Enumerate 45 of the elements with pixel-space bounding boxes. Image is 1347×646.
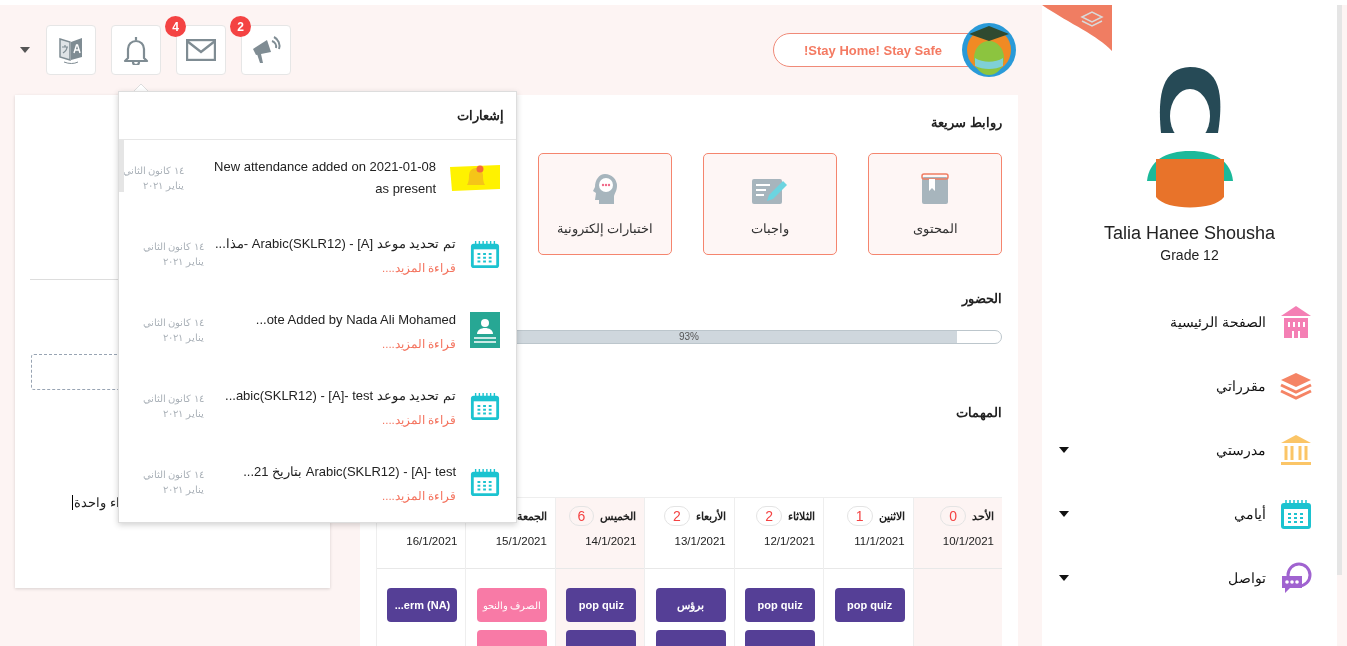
quick-link-tile[interactable]: اختبارات إلكترونية xyxy=(538,153,672,255)
task-chip[interactable]: برؤس xyxy=(655,588,726,622)
profile-name: Talia Hanee Shousha xyxy=(1103,223,1276,244)
date-label: 13/1/2021 xyxy=(673,535,726,547)
profile-grade: Grade 12 xyxy=(1160,247,1219,263)
sidebar-item[interactable]: مقرراتي xyxy=(1216,372,1312,400)
date-label: 15/1/2021 xyxy=(494,535,547,547)
section-title: المهمات xyxy=(956,405,1002,420)
date-label: 10/1/2021 xyxy=(941,535,994,547)
popup-title: إشعارات xyxy=(119,92,516,140)
notification-date: ١٤ كانون الثاني يناير ٢٠٢١ xyxy=(141,316,204,345)
day-name: الجمعة xyxy=(516,509,547,523)
notification-text: تم تحديد موعد abic(SKLR12) - [A]- test... xyxy=(225,387,456,406)
sidebar-item[interactable]: مدرستي xyxy=(1216,434,1312,466)
section-title: روابط سريعة xyxy=(931,115,1002,130)
sidebar-item[interactable]: أيامي xyxy=(1234,498,1312,530)
sidebar-item[interactable]: تواصل xyxy=(1228,562,1312,594)
day-name: الأربعاء xyxy=(695,509,726,523)
date-label: 11/1/2021 xyxy=(853,535,905,547)
notification-text: Arabic(SKLR12) - [A]- test بتاريخ 21... xyxy=(243,463,456,482)
quick-link-tile[interactable]: واجبات xyxy=(703,153,837,255)
notification-date: ١٤ كانون الثاني يناير ٢٠٢١ xyxy=(141,392,204,421)
count-badge: 4 xyxy=(165,16,186,37)
date-label: 12/1/2021 xyxy=(763,535,816,547)
date-label: 14/1/2021 xyxy=(584,535,637,547)
task-chip[interactable]: pop quiz xyxy=(745,588,816,622)
day-name: الثلاثاء xyxy=(788,509,816,523)
task-chip[interactable]: pop quiz xyxy=(834,588,905,622)
task-chip[interactable]: pop quiz xyxy=(566,588,637,622)
day-name: الخميس xyxy=(600,509,637,523)
notification-text: New attendance added on 2021-01-08 as present xyxy=(213,158,436,198)
notification-text: تم تحديد موعد Arabic(SKLR12) - [A] -مذا... xyxy=(215,235,456,254)
section-title: الحضور xyxy=(962,291,1002,306)
percent-label: 93% xyxy=(678,331,700,343)
quick-link-tile[interactable]: المحتوى xyxy=(868,153,1002,255)
day-name: الاثنين xyxy=(878,509,905,523)
notification-date: ١٤ كانون الثاني يناير ٢٠٢١ xyxy=(121,164,184,193)
notification-text: ote Added by Nada Ali Mohamed... xyxy=(255,311,456,329)
sidebar-item[interactable]: الصفحة الرئيسية xyxy=(1170,305,1312,339)
task-chip[interactable]: ...erm (NA) xyxy=(387,588,458,622)
day-name: الأحد xyxy=(972,509,994,523)
count-badge: 2 xyxy=(230,16,251,37)
notification-date: ١٤ كانون الثاني يناير ٢٠٢١ xyxy=(141,240,204,269)
date-label: 16/1/2021 xyxy=(405,535,458,547)
notification-date: ١٤ كانون الثاني يناير ٢٠٢١ xyxy=(141,468,204,497)
